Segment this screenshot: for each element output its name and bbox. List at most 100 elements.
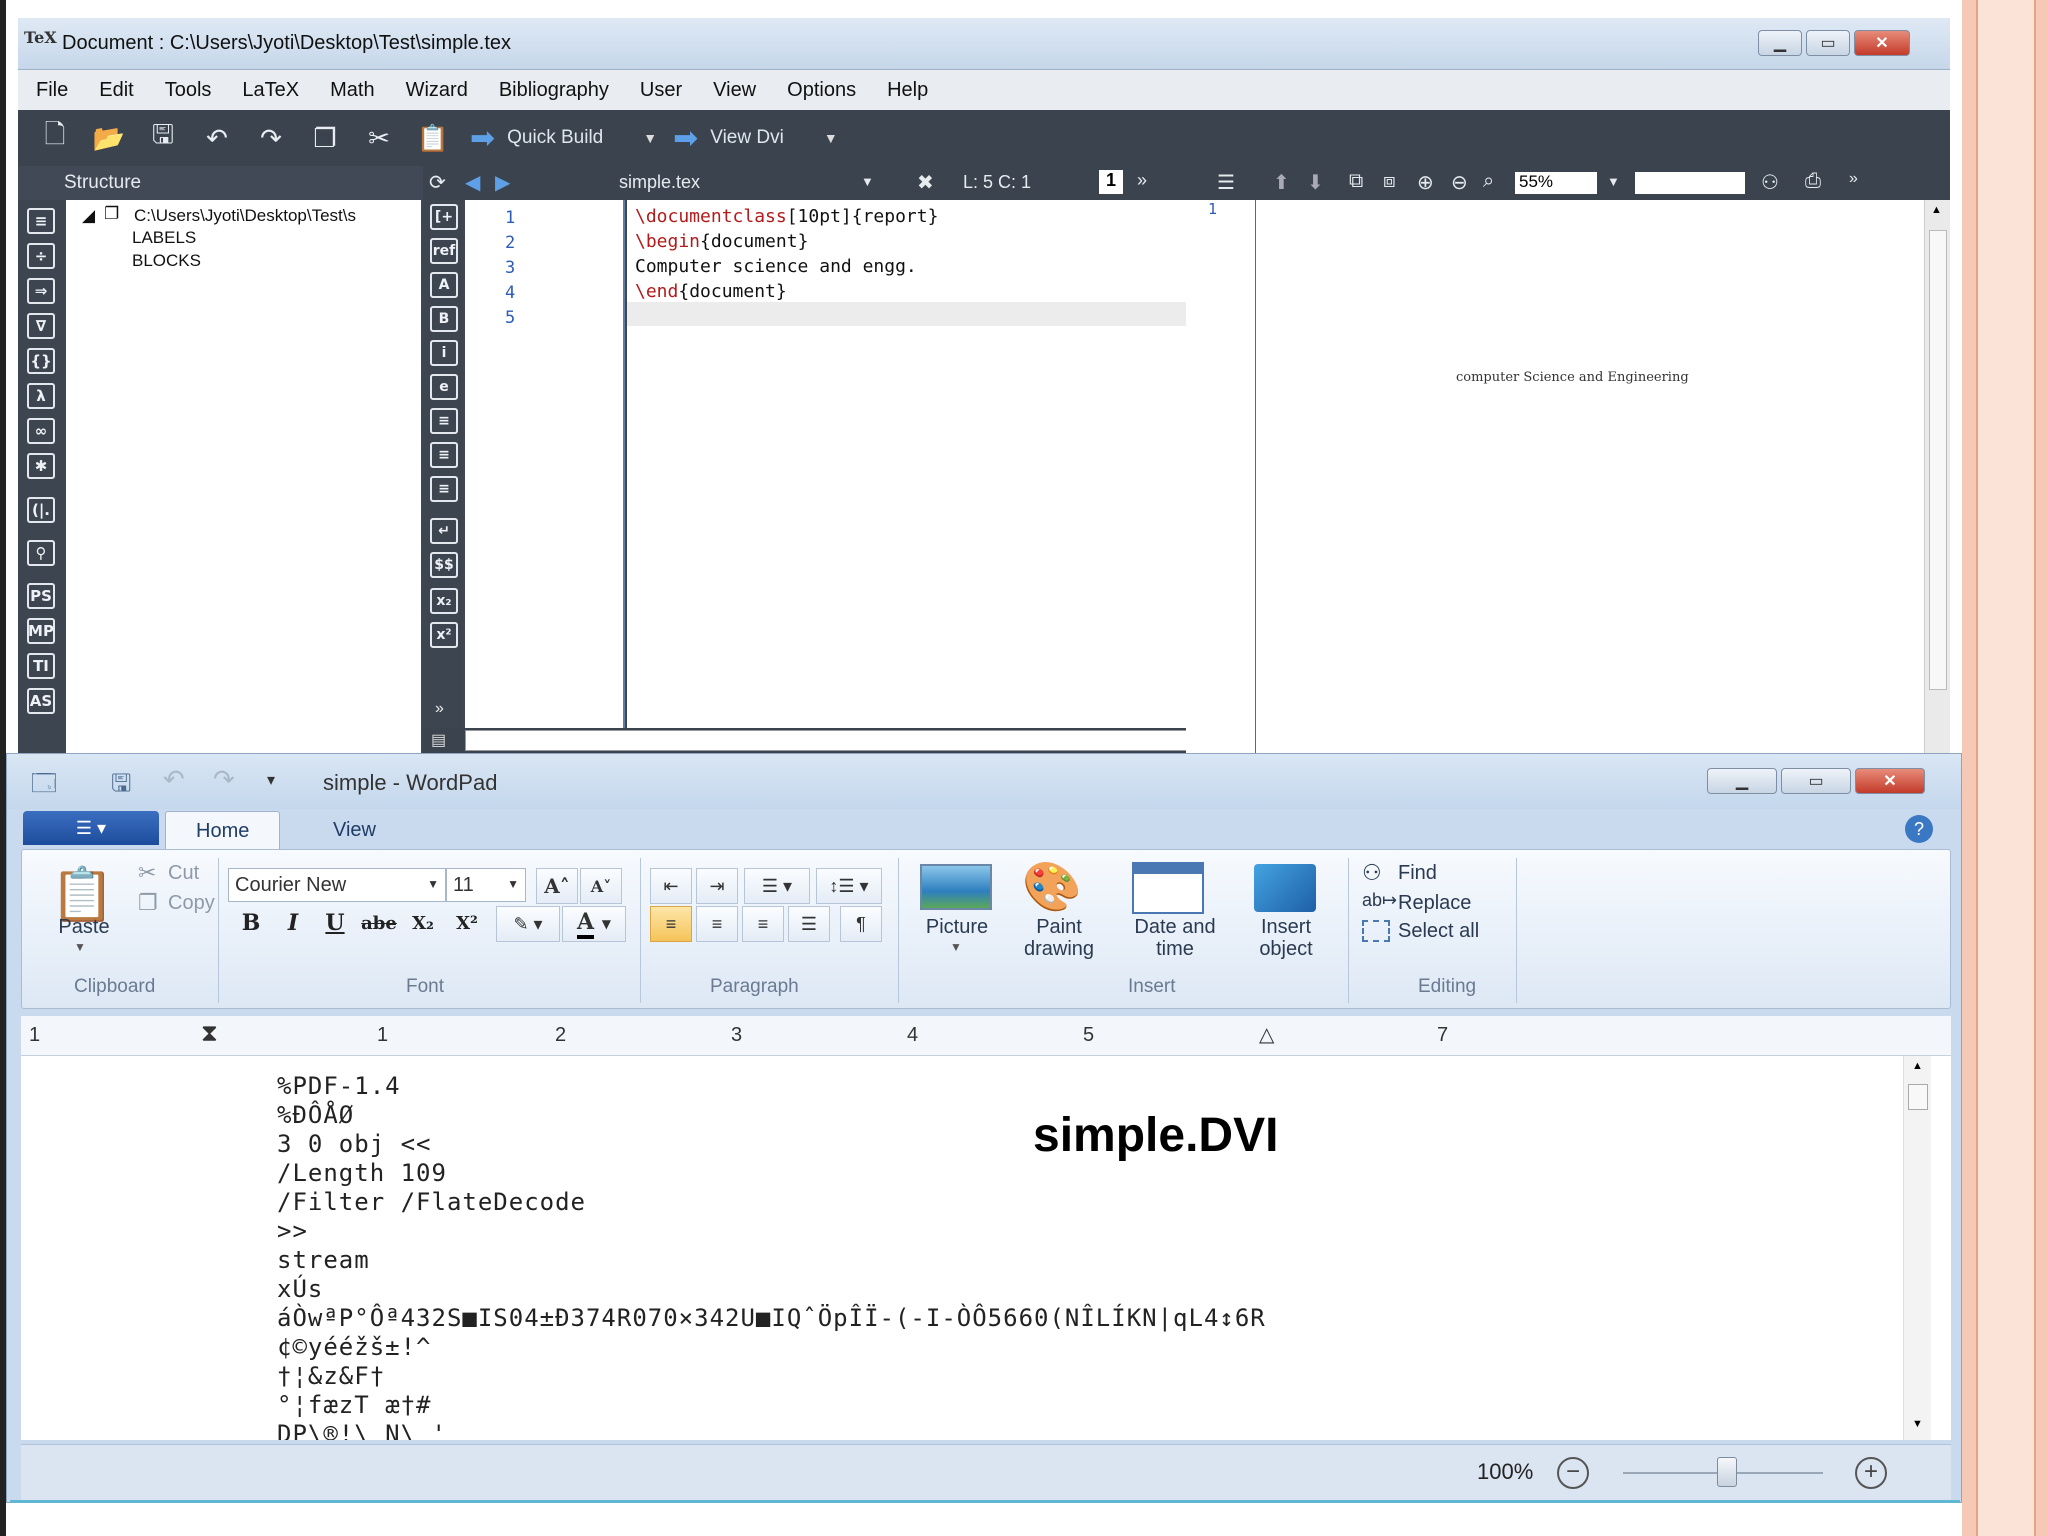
font-color-button[interactable]: A ▼ [562,906,626,942]
tab-home[interactable]: Home [165,811,281,849]
find-button[interactable]: Find [1398,862,1437,885]
font-family-select[interactable]: Courier New ▼ [228,868,446,902]
search-input[interactable] [1635,172,1745,194]
side-tool-icon[interactable]: ⚲ [27,540,55,566]
superscript-button[interactable]: X² [448,906,486,940]
next-doc-icon[interactable]: ▶ [495,170,510,195]
menu-help[interactable]: Help [887,79,928,102]
shrink-font-button[interactable]: A˅ [580,868,622,904]
scroll-thumb[interactable] [1929,230,1947,690]
arrow-up-icon[interactable]: ⬆ [1273,170,1290,195]
new-file-icon[interactable]: 🗋 [38,119,72,155]
align-center-button[interactable]: ≡ [696,906,738,942]
list-icon[interactable]: ☰ [1217,170,1235,195]
zoom-out-button[interactable]: − [1557,1457,1589,1489]
replace-button[interactable]: Replace [1398,892,1471,915]
minimize-button[interactable]: ▁ [1758,30,1802,56]
viewer-scrollbar[interactable]: ▲ [1924,200,1950,753]
tab-view[interactable]: View [303,811,406,849]
expand-icon[interactable]: » [435,700,444,718]
side-tool-icon[interactable]: ÷ [27,243,55,269]
scroll-down-icon[interactable]: ▼ [1912,1418,1923,1430]
underline-button[interactable]: U [316,906,354,940]
magnifier-icon[interactable]: ⌕ [1483,170,1494,193]
increase-indent-button[interactable]: ⇥ [696,868,738,904]
menu-latex[interactable]: LaTeX [242,79,299,102]
bold-icon[interactable]: B [430,306,458,332]
decrease-indent-button[interactable]: ⇤ [650,868,692,904]
copy-button[interactable]: Copy [168,892,215,915]
undo-icon[interactable]: ↶ [163,764,185,795]
tree-item-blocks[interactable]: BLOCKS [132,251,201,271]
side-tool-icon[interactable]: AS [27,688,55,714]
emph-icon[interactable]: e [430,374,458,400]
subscript-button[interactable]: X₂ [404,906,442,940]
align-center-icon[interactable]: ≡ [430,442,458,468]
fit-page-icon[interactable]: ⧉ [1349,170,1363,193]
bold-button[interactable]: B [232,906,270,940]
console-icon[interactable]: ▤ [431,730,446,750]
indent-marker[interactable]: ⧗ [201,1020,218,1048]
menu-edit[interactable]: Edit [99,79,133,102]
menu-wizard[interactable]: Wizard [406,79,468,102]
align-right-icon[interactable]: ≡ [430,476,458,502]
side-tool-icon[interactable]: PS [27,583,55,609]
scroll-up-icon[interactable]: ▲ [1912,1060,1923,1072]
zoom-in-button[interactable]: + [1855,1457,1887,1489]
scroll-up-icon[interactable]: ▲ [1931,204,1942,216]
zoom-field[interactable]: 55% [1515,172,1597,194]
menu-options[interactable]: Options [787,79,856,102]
side-tool-icon[interactable]: {} [27,348,55,374]
italic-icon[interactable]: i [430,340,458,366]
redo-icon[interactable]: ↷ [254,121,288,155]
prev-doc-icon[interactable]: ◀ [465,170,480,195]
maximize-button[interactable]: ▭ [1781,768,1851,794]
view-dropdown[interactable]: ➡ View Dvi ▼ [673,121,838,156]
side-tool-icon[interactable]: ∞ [27,418,55,444]
tree-item-labels[interactable]: LABELS [132,228,196,248]
insert-icon[interactable]: [+ [430,204,458,230]
application-menu-button[interactable]: ☰ ▾ [23,811,159,845]
cut-button[interactable]: Cut [168,862,199,885]
menu-bibliography[interactable]: Bibliography [499,79,609,102]
bullets-button[interactable]: ☰ ▾ [744,868,810,904]
menu-math[interactable]: Math [330,79,374,102]
italic-button[interactable]: I [274,906,312,940]
quick-access-dropdown-icon[interactable]: ▾ [267,770,275,790]
date-time-button[interactable]: Date and time [1116,916,1234,960]
align-right-button[interactable]: ≡ [742,906,784,942]
copy-icon[interactable]: ❐ [308,121,342,155]
menu-file[interactable]: File [36,79,68,102]
save-icon[interactable]: 🖫 [111,766,131,807]
align-left-button[interactable]: ≡ [650,906,692,942]
line-spacing-button[interactable]: ↕☰ ▾ [816,868,882,904]
undo-icon[interactable]: ↶ [200,121,234,155]
refresh-icon[interactable]: ⟳ [429,170,446,195]
strikethrough-button[interactable]: abe [360,906,398,940]
ref-icon[interactable]: ref [430,238,458,264]
zoom-slider-thumb[interactable] [1717,1457,1737,1487]
fit-width-icon[interactable]: ⧈ [1383,170,1396,193]
select-all-button[interactable]: Select all [1398,920,1479,943]
document-area[interactable]: %PDF-1.4 %ÐÔÅØ 3 0 obj << /Length 109 /F… [21,1056,1951,1440]
highlight-color-button[interactable]: ✎ ▾ [496,906,560,942]
paste-icon[interactable]: 📋 [416,121,450,155]
font-size-select[interactable]: 11 ▼ [446,868,526,902]
chevron-down-icon[interactable]: ▼ [861,174,874,189]
close-button[interactable]: ✕ [1855,768,1925,794]
side-tool-icon[interactable]: TI [27,653,55,679]
document-scrollbar[interactable]: ▲ ▼ [1903,1056,1931,1440]
menu-user[interactable]: User [640,79,682,102]
maximize-button[interactable]: ▭ [1806,30,1850,56]
chevron-down-icon[interactable]: ▼ [950,940,962,954]
page-number[interactable]: 1 [1208,200,1217,218]
newline-icon[interactable]: ↵ [430,518,458,544]
scroll-thumb[interactable] [1908,1084,1928,1110]
side-tool-icon[interactable]: λ [27,383,55,409]
align-left-icon[interactable]: ≡ [430,408,458,434]
side-tool-icon[interactable]: ✱ [27,453,55,479]
side-tool-icon[interactable]: (|. [27,497,55,523]
superscript-icon[interactable]: x² [430,622,458,648]
side-tool-icon[interactable]: ⇒ [27,278,55,304]
help-icon[interactable]: ? [1905,815,1933,843]
